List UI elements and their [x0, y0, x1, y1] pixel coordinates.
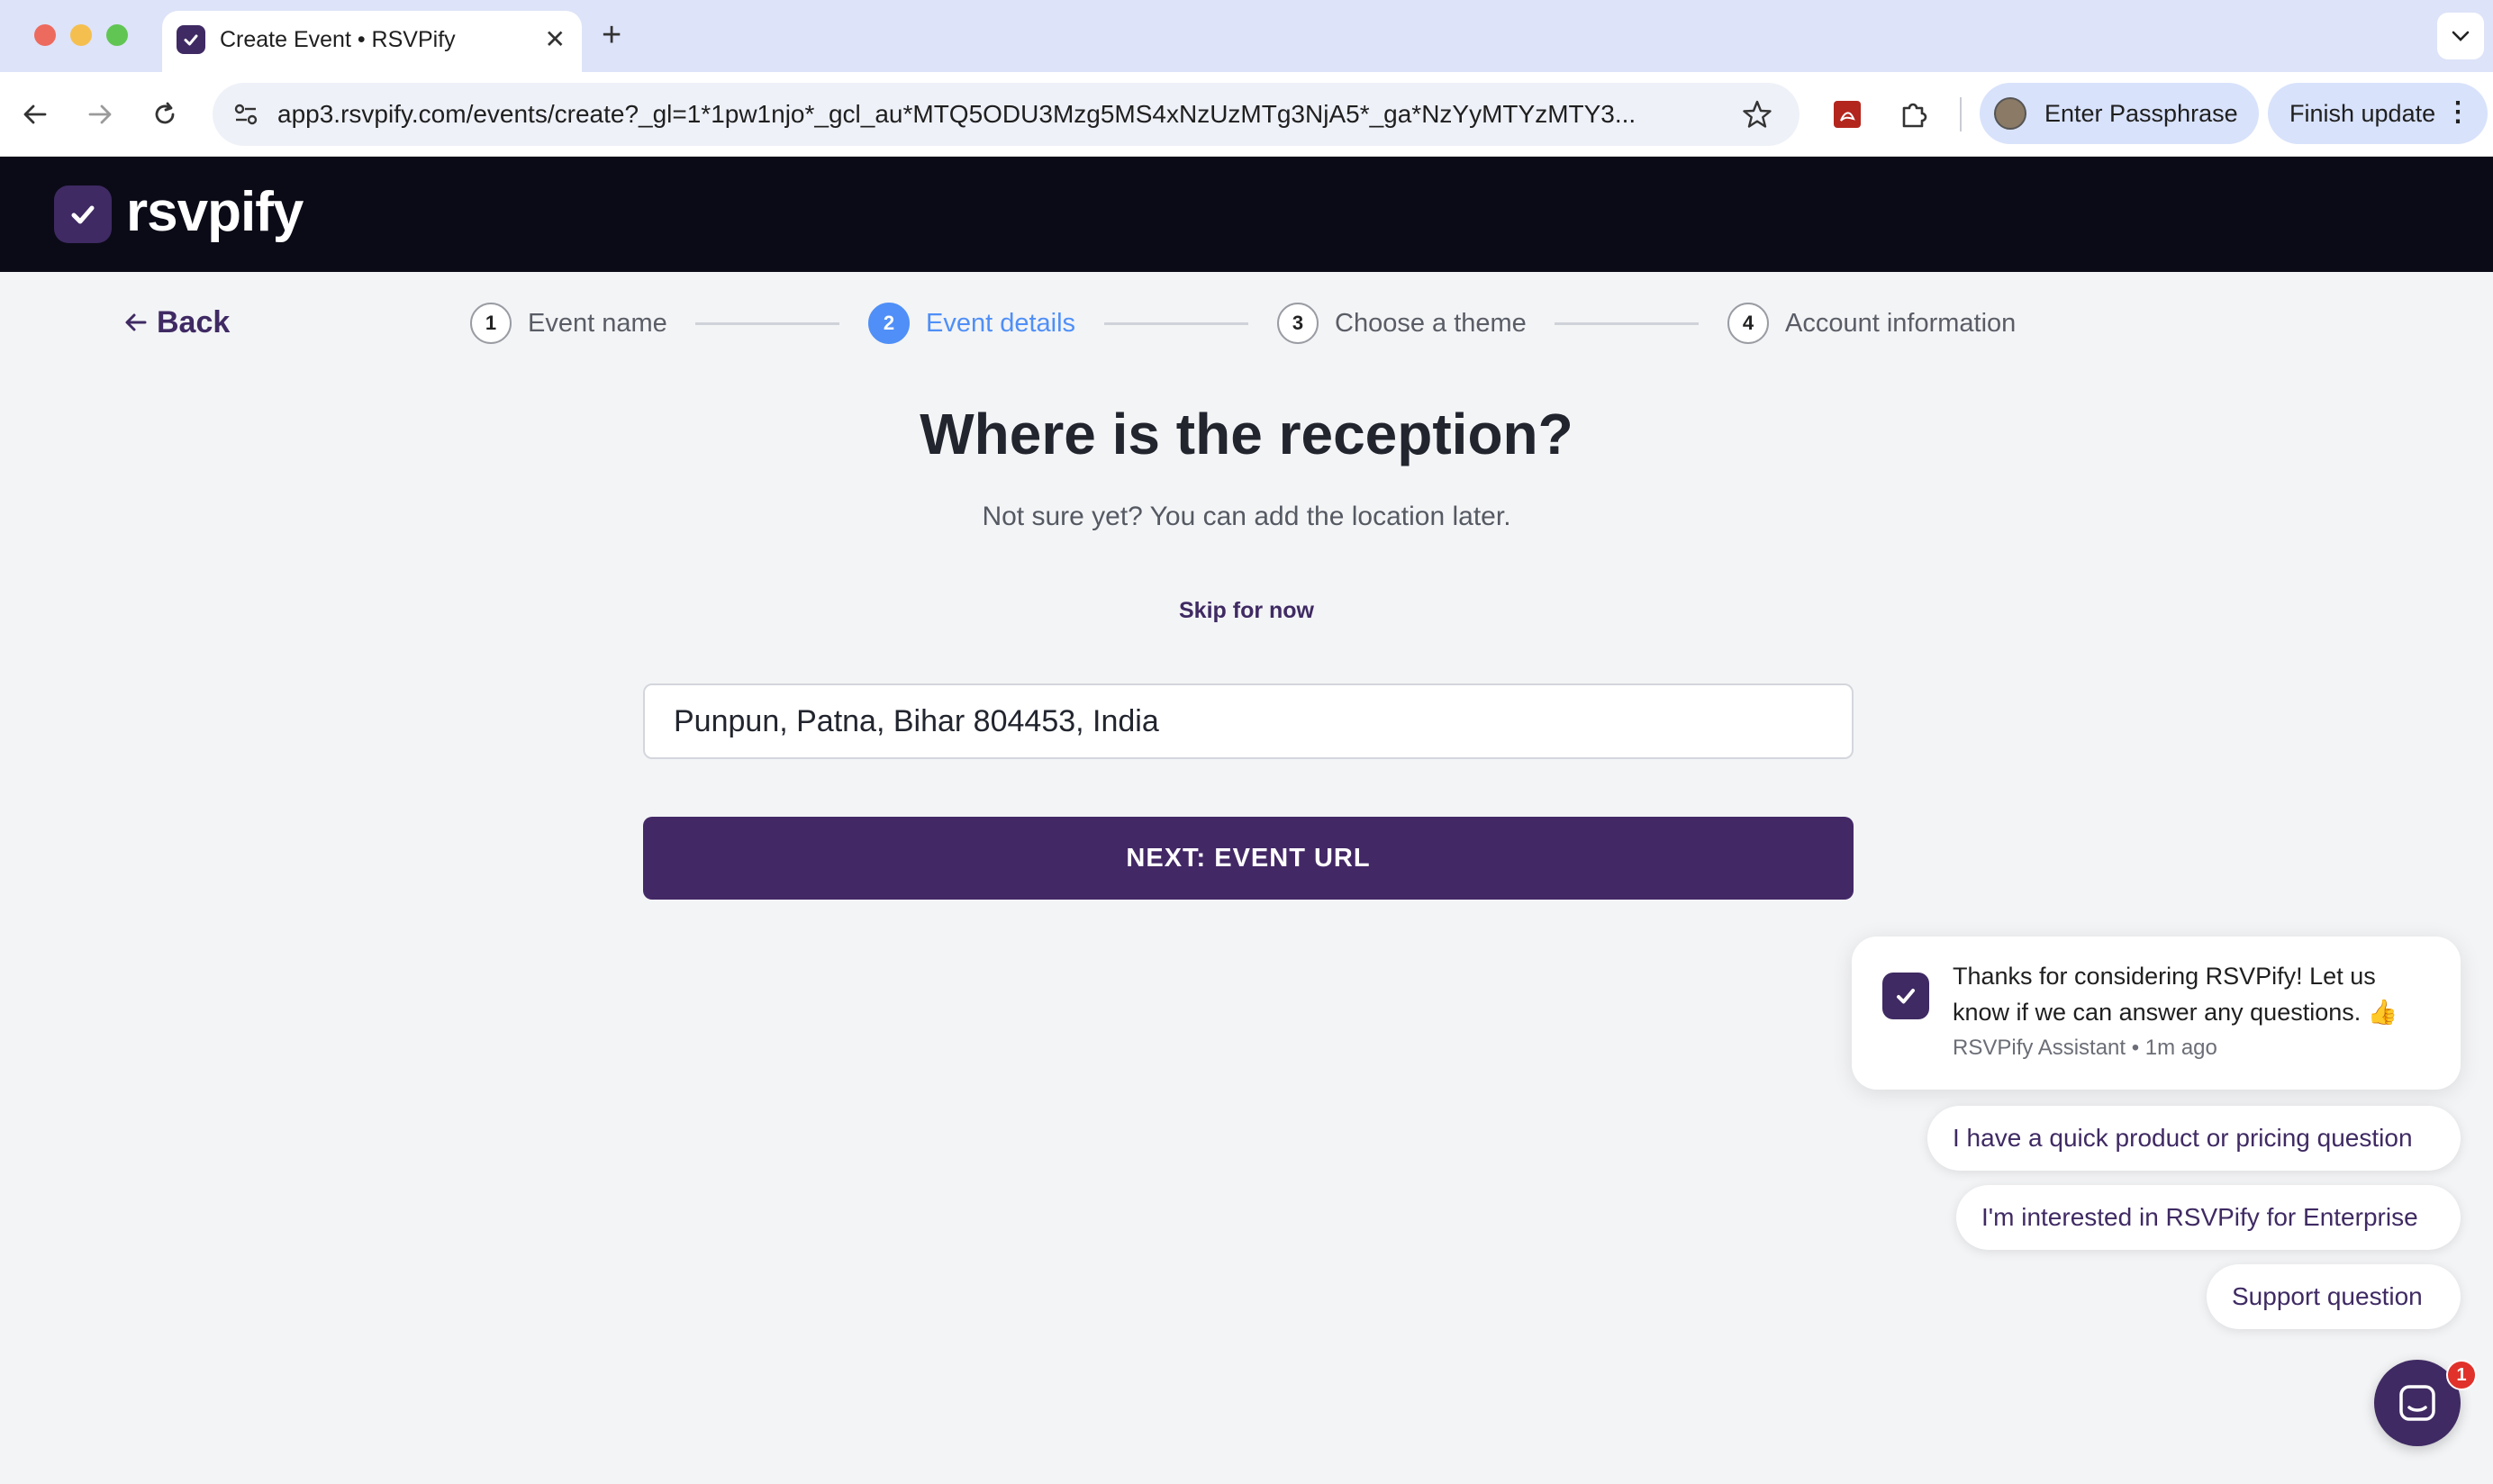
next-event-url-button[interactable]: NEXT: EVENT URL: [643, 817, 1854, 900]
back-label: Back: [157, 305, 231, 339]
location-input[interactable]: [643, 683, 1854, 759]
window-close-button[interactable]: [34, 24, 56, 46]
page-title: Where is the reception?: [920, 402, 1573, 466]
skip-label[interactable]: Skip for now: [1179, 598, 1314, 623]
tab-search-button[interactable]: [2437, 13, 2484, 59]
rsvpify-logo-icon[interactable]: [54, 186, 112, 243]
browser-tab-bar: Create Event • RSVPify ✕ +: [0, 0, 2493, 72]
chat-message-text: Thanks for considering RSVPify! Let us k…: [1953, 963, 2398, 1026]
profile-avatar: [1994, 97, 2026, 130]
new-tab-button[interactable]: +: [602, 16, 621, 54]
arrow-left-icon: [125, 313, 147, 331]
step-connector: [1555, 322, 1699, 325]
rsvpify-favicon-icon: [177, 25, 205, 54]
address-bar[interactable]: app3.rsvpify.com/events/create?_gl=1*1pw…: [213, 83, 1799, 146]
chat-launcher-icon: [2399, 1385, 2435, 1421]
site-settings-icon[interactable]: [232, 101, 259, 128]
chat-message-meta: RSVPify Assistant • 1m ago: [1953, 1036, 2217, 1060]
step-2-number: 2: [868, 303, 910, 344]
bookmark-star-icon[interactable]: [1742, 99, 1772, 130]
logo-wordmark[interactable]: rsvpify: [126, 176, 304, 249]
profile-button[interactable]: Enter Passphrase: [1980, 83, 2259, 144]
profile-label: Enter Passphrase: [2044, 100, 2238, 127]
quick-reply-support[interactable]: Support question: [2207, 1264, 2461, 1329]
reload-icon[interactable]: [144, 94, 186, 135]
step-2-label: Event details: [926, 309, 1076, 338]
checkmark-icon: [71, 205, 95, 224]
finish-update-button[interactable]: Finish update ⋮: [2268, 83, 2488, 144]
tab-title: Create Event • RSVPify: [220, 27, 456, 52]
browser-tab-active[interactable]: Create Event • RSVPify ✕: [162, 11, 582, 72]
extensions-puzzle-icon[interactable]: [1893, 94, 1935, 135]
checkmark-icon: [1897, 989, 1915, 1004]
back-arrow-icon[interactable]: [14, 94, 56, 135]
window-minimize-button[interactable]: [70, 24, 92, 46]
step-connector: [1104, 322, 1248, 325]
app-header: rsvpify: [0, 157, 2493, 272]
quick-reply-enterprise[interactable]: I'm interested in RSVPify for Enterprise: [1956, 1185, 2461, 1250]
back-button[interactable]: Back: [124, 303, 230, 342]
quick-reply-pricing[interactable]: I have a quick product or pricing questi…: [1927, 1106, 2461, 1171]
assistant-avatar: [1882, 973, 1929, 1019]
step-4-number: 4: [1727, 303, 1769, 344]
finish-update-label: Finish update: [2289, 100, 2436, 127]
chevron-down-icon: [2452, 31, 2470, 41]
step-1-label: Event name: [528, 309, 667, 338]
forward-arrow-icon[interactable]: [79, 94, 121, 135]
tab-close-icon[interactable]: ✕: [545, 23, 566, 56]
browser-menu-icon[interactable]: ⋮: [2444, 95, 2471, 130]
step-1-number: 1: [470, 303, 512, 344]
pdf-extension-icon[interactable]: [1827, 94, 1868, 135]
skip-for-now-link[interactable]: Skip for now: [0, 594, 2493, 627]
step-connector: [695, 322, 839, 325]
url-text: app3.rsvpify.com/events/create?_gl=1*1pw…: [277, 100, 1636, 128]
page-subtitle: Not sure yet? You can add the location l…: [982, 502, 1511, 531]
toolbar-divider: [1960, 97, 1962, 131]
browser-toolbar: app3.rsvpify.com/events/create?_gl=1*1pw…: [0, 72, 2493, 157]
step-4-label: Account information: [1785, 309, 2017, 338]
step-3-label: Choose a theme: [1335, 309, 1527, 338]
window-zoom-button[interactable]: [106, 24, 128, 46]
unread-badge: 1: [2446, 1360, 2477, 1390]
step-3-number: 3: [1277, 303, 1319, 344]
chat-message-card[interactable]: Thanks for considering RSVPify! Let us k…: [1852, 937, 2461, 1090]
